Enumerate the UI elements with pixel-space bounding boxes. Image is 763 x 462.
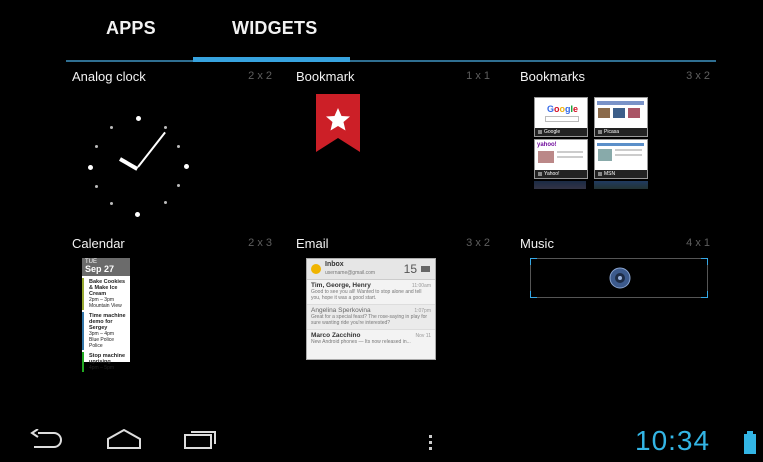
calendar-event: Time machine demo for Sergey 3pm – 4pm B… [82, 312, 130, 350]
tab-bar: APPS WIDGETS [0, 0, 763, 62]
menu-icon[interactable] [428, 435, 434, 451]
calendar-event: Bake Cookies & Make Ice Cream 2pm – 3pm … [82, 278, 130, 310]
inbox-icon [421, 266, 430, 272]
home-icon[interactable] [106, 429, 142, 449]
email-message: Marco Zacchino New Android phones — Its … [311, 332, 431, 345]
widget-size: 3 x 2 [466, 237, 490, 249]
bookmark-thumbnail-row-partial [594, 181, 648, 189]
widget-size: 2 x 2 [248, 70, 272, 82]
tab-widgets[interactable]: WIDGETS [232, 18, 317, 39]
widget-music[interactable]: Music 4 x 1 [520, 236, 710, 396]
tab-apps[interactable]: APPS [106, 18, 156, 39]
email-message: Tim, George, Henry Good to see you all! … [307, 280, 435, 305]
widget-size: 3 x 2 [686, 70, 710, 82]
widget-email[interactable]: Email 3 x 2 Inbox username@gmail.com 15 … [296, 236, 490, 396]
bookmark-thumbnail-msn: MSN [594, 139, 648, 179]
widget-title: Bookmark [296, 69, 355, 84]
widget-title: Email [296, 236, 329, 251]
widget-title: Analog clock [72, 69, 146, 84]
calendar-preview: TUE Sep 27 Bake Cookies & Make Ice Cream… [82, 258, 130, 372]
widget-bookmark[interactable]: Bookmark 1 x 1 [296, 69, 490, 229]
email-message: Angelina Sperkovina Great for a special … [307, 305, 435, 330]
selected-tab-indicator [193, 57, 350, 62]
widget-size: 1 x 1 [466, 70, 490, 82]
music-preview [530, 258, 708, 298]
email-preview-header: Inbox username@gmail.com 15 [307, 259, 435, 280]
widget-analog-clock[interactable]: Analog clock 2 x 2 [72, 69, 272, 229]
hour-hand [119, 157, 139, 171]
bookmark-thumbnail-yahoo: yahoo! Yahoo! [534, 139, 588, 179]
calendar-preview-header: TUE Sep 27 [82, 258, 130, 276]
widget-title: Music [520, 236, 554, 251]
envelope-icon [311, 264, 321, 274]
tab-divider [66, 60, 716, 62]
widget-calendar[interactable]: Calendar 2 x 3 TUE Sep 27 Bake Cookies &… [72, 236, 272, 396]
analog-clock-preview [80, 89, 192, 217]
bookmark-icon [316, 94, 360, 152]
minute-hand [137, 131, 166, 168]
widget-title: Bookmarks [520, 69, 586, 84]
status-clock: 10:34 [635, 425, 711, 456]
widget-bookmarks[interactable]: Bookmarks 3 x 2 Google Google Picasa yah… [520, 69, 710, 229]
battery-icon [744, 431, 756, 454]
email-preview: Inbox username@gmail.com 15 Tim, George,… [306, 258, 436, 360]
bookmark-thumbnail-google: Google Google [534, 97, 588, 137]
recent-apps-icon[interactable] [183, 429, 217, 449]
speaker-icon [609, 267, 631, 289]
widget-size: 4 x 1 [686, 237, 710, 249]
bookmark-thumbnail-row-partial [534, 181, 586, 189]
widget-title: Calendar [72, 236, 125, 251]
bookmark-thumbnail-picasa: Picasa [594, 97, 648, 137]
widget-size: 2 x 3 [248, 237, 272, 249]
calendar-event: Stop machine uprising 4pm – 5pm [82, 352, 130, 372]
back-icon[interactable] [30, 429, 64, 449]
